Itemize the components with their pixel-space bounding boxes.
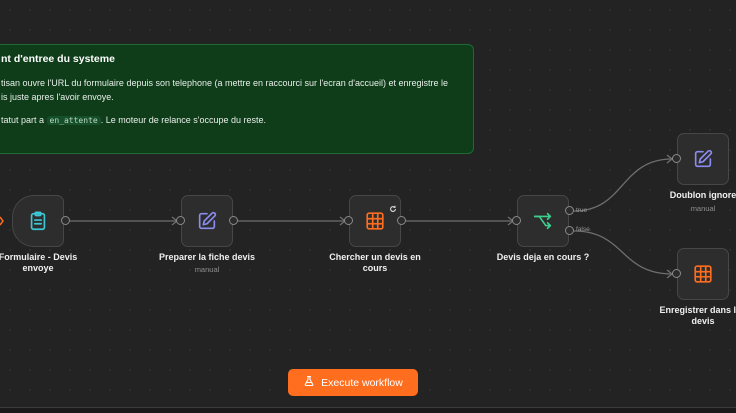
input-port[interactable] [344, 216, 353, 225]
pencil-edit-icon [692, 148, 714, 170]
branch-icon [532, 210, 554, 232]
node-prepare[interactable] [181, 195, 233, 247]
node-sublabel: manual [690, 204, 716, 213]
output-port[interactable] [229, 216, 238, 225]
pencil-edit-icon [196, 210, 218, 232]
node-label: Formulaire - Devis envoye [0, 252, 78, 273]
branch-label-true: true [576, 207, 588, 214]
output-port-false[interactable] [565, 226, 574, 235]
sticky-note[interactable]: nt d'entree du systeme tisan ouvre l'URL… [0, 44, 474, 154]
branch-label-false: false [576, 226, 590, 233]
workflow-canvas[interactable]: nt d'entree du systeme tisan ouvre l'URL… [0, 0, 736, 413]
node-label: Devis deja en cours ? [496, 252, 590, 262]
clipboard-icon [27, 210, 49, 232]
node-label: Doublon ignore [669, 190, 736, 200]
node-label: Enregistrer dans la t devis [659, 305, 736, 326]
input-port[interactable] [672, 269, 681, 278]
input-port[interactable] [672, 154, 681, 163]
flask-icon [303, 375, 315, 390]
node-condition[interactable] [517, 195, 569, 247]
node-label: Preparer la fiche devis [158, 252, 256, 262]
status-code: en_attente [46, 116, 101, 125]
refresh-badge-icon [389, 200, 397, 212]
bottom-panel-edge[interactable] [0, 407, 736, 413]
trigger-bolt-icon [0, 216, 4, 226]
output-port[interactable] [397, 216, 406, 225]
node-label: Chercher un devis en cours [329, 252, 421, 273]
node-form-trigger[interactable] [12, 195, 64, 247]
node-save[interactable] [677, 248, 729, 300]
sticky-note-title: nt d'entree du systeme [1, 53, 115, 65]
output-port-true[interactable] [565, 206, 574, 215]
node-sublabel: manual [194, 265, 220, 274]
table-grid-icon [692, 263, 714, 285]
output-port[interactable] [61, 216, 70, 225]
input-port[interactable] [512, 216, 521, 225]
sticky-note-line-3: tatut part a en_attente. Le moteur de re… [1, 115, 267, 125]
execute-workflow-button[interactable]: Execute workflow [288, 369, 418, 396]
sticky-note-line-1: tisan ouvre l'URL du formulaire depuis s… [1, 78, 449, 102]
execute-workflow-label: Execute workflow [321, 376, 403, 389]
node-duplicate[interactable] [677, 133, 729, 185]
input-port[interactable] [176, 216, 185, 225]
table-grid-icon [364, 210, 386, 232]
